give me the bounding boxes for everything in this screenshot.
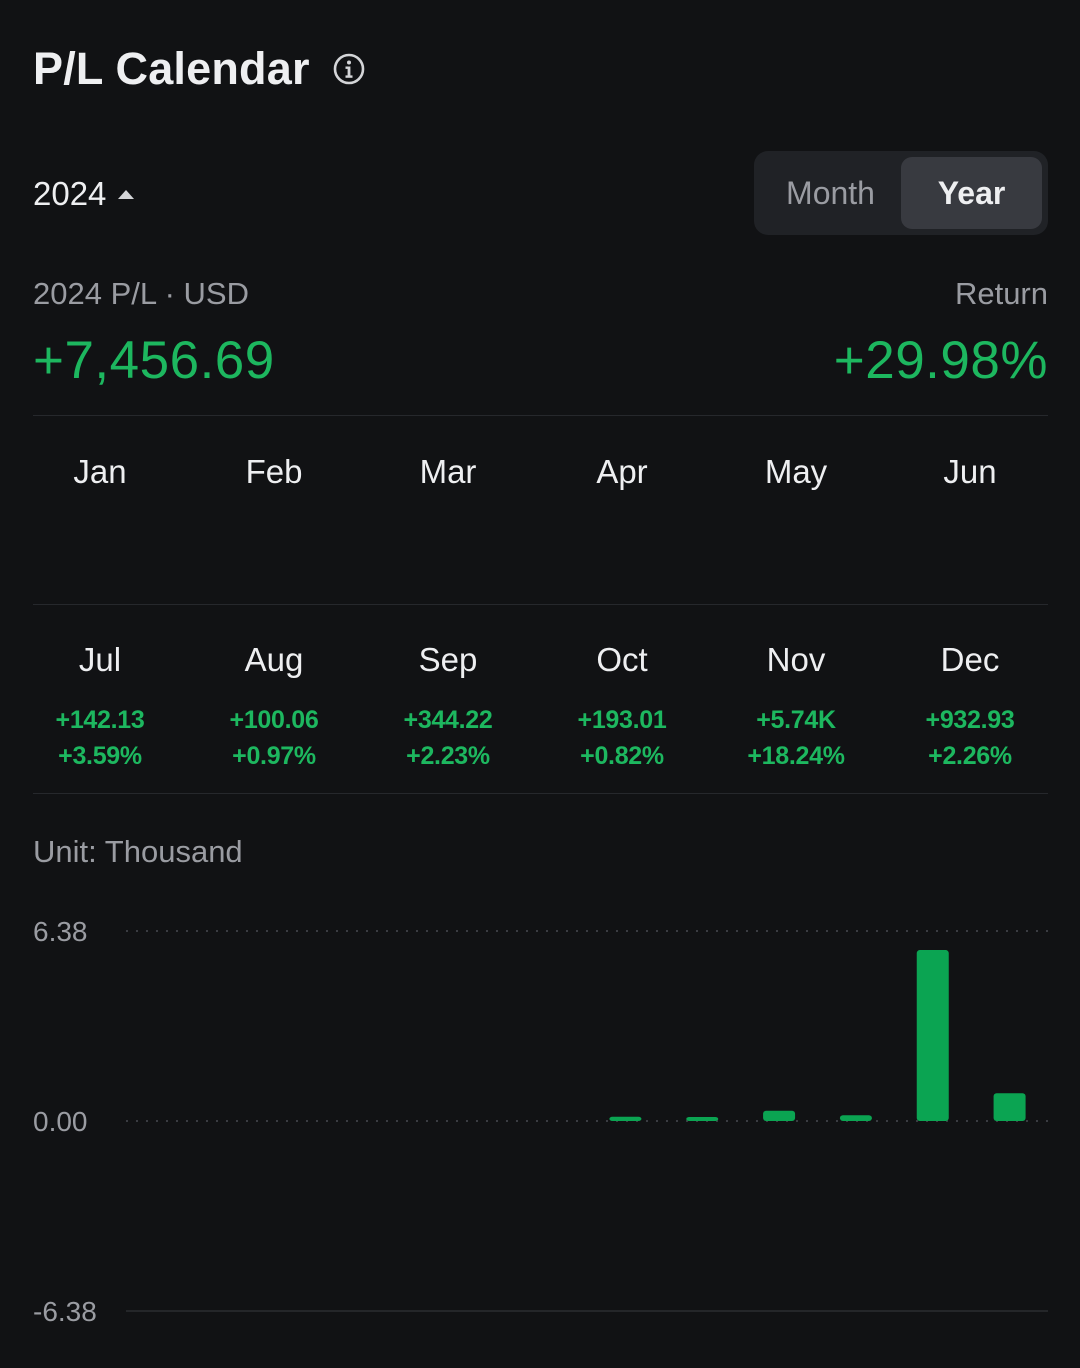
month-name: Jul: [78, 641, 122, 678]
period-toggle: Month Year: [754, 151, 1048, 235]
bar-dec[interactable]: [993, 1093, 1026, 1121]
month-name: Mar: [419, 453, 477, 490]
month-name: Feb: [245, 453, 303, 490]
month-pl: +142.13: [55, 706, 145, 734]
bar-oct[interactable]: [839, 1115, 872, 1121]
return-label: Return: [954, 276, 1048, 311]
month-rate: +0.82%: [580, 742, 664, 770]
month-pl: +5.74K: [756, 706, 836, 734]
month-cell-oct[interactable]: Oct +193.01 +0.82%: [535, 640, 709, 774]
page-title: P/L Calendar: [33, 43, 310, 94]
month-name: Jun: [943, 453, 997, 490]
month-pl: +932.93: [925, 706, 1015, 734]
bar-aug[interactable]: [686, 1117, 719, 1121]
month-cell-jun[interactable]: Jun: [883, 452, 1057, 514]
year-selector-label: 2024: [33, 175, 107, 212]
bar-jul[interactable]: [609, 1116, 642, 1121]
month-pl: +100.06: [229, 706, 319, 734]
year-pl-value: +7,456.69: [33, 331, 275, 390]
month-cell-may[interactable]: May: [709, 452, 883, 514]
month-pl: +344.22: [403, 706, 493, 734]
month-name: Apr: [596, 453, 648, 490]
divider: [33, 604, 1048, 605]
month-name: Aug: [244, 641, 304, 678]
month-cell-sep[interactable]: Sep +344.22 +2.23%: [361, 640, 535, 774]
toggle-month-button[interactable]: Month: [760, 157, 901, 229]
chart-grid: [126, 930, 1048, 1312]
month-name: Sep: [418, 641, 478, 678]
divider: [33, 415, 1048, 416]
year-pl-label: 2024 P/L · USD: [33, 276, 249, 311]
month-name: May: [764, 453, 828, 490]
year-selector[interactable]: 2024: [33, 172, 135, 216]
month-pl: +193.01: [577, 706, 667, 734]
month-cell-nov[interactable]: Nov +5.74K +18.24%: [709, 640, 883, 774]
bar-nov[interactable]: [916, 950, 949, 1121]
month-cell-feb[interactable]: Feb: [187, 452, 361, 514]
month-name: Oct: [596, 641, 648, 678]
month-name: Nov: [766, 641, 826, 678]
bar-sep[interactable]: [763, 1110, 796, 1121]
month-rate: +2.26%: [928, 742, 1012, 770]
month-rate: +2.23%: [406, 742, 490, 770]
chart-y-ticks: 6.38 0.00 -6.38: [33, 916, 97, 1327]
month-name: Dec: [940, 641, 1000, 678]
month-rate: +3.59%: [58, 742, 142, 770]
y-tick-label: 0.00: [33, 1106, 88, 1137]
info-circle-icon[interactable]: [333, 53, 365, 85]
month-cell-apr[interactable]: Apr: [535, 452, 709, 514]
chart-unit-label: Unit: Thousand: [33, 834, 243, 869]
y-tick-label: 6.38: [33, 916, 88, 947]
month-cell-jan[interactable]: Jan: [13, 452, 187, 514]
month-cell-dec[interactable]: Dec +932.93 +2.26%: [883, 640, 1057, 774]
month-rate: +0.97%: [232, 742, 316, 770]
return-value: +29.98%: [833, 331, 1048, 390]
month-cell-mar[interactable]: Mar: [361, 452, 535, 514]
pl-bar-chart: 6.38 0.00 -6.38: [33, 916, 1048, 1327]
month-row-second-half: Jul +142.13 +3.59% Aug +100.06 +0.97% Se…: [13, 640, 1057, 774]
month-name: Jan: [73, 453, 127, 490]
month-cell-aug[interactable]: Aug +100.06 +0.97%: [187, 640, 361, 774]
divider: [33, 793, 1048, 794]
month-row-first-half: Jan Feb Mar Apr May Jun: [13, 452, 1057, 514]
y-tick-label: -6.38: [33, 1296, 97, 1327]
month-rate: +18.24%: [747, 742, 845, 770]
toggle-year-button[interactable]: Year: [901, 157, 1042, 229]
caret-up-icon: [118, 190, 135, 199]
chart-bars: [609, 950, 1026, 1121]
month-cell-jul[interactable]: Jul +142.13 +3.59%: [13, 640, 187, 774]
